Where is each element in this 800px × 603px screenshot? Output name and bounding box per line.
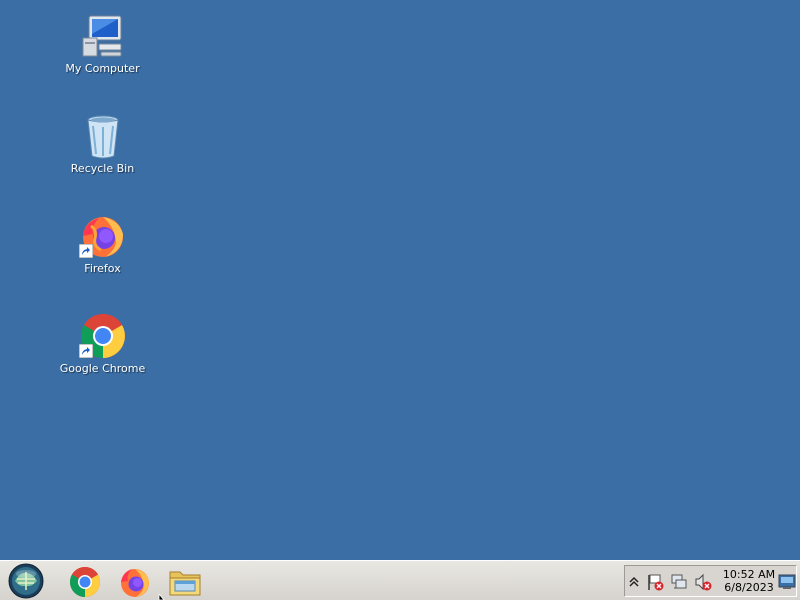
taskbar-clock[interactable]: 10:52 AM 6/8/2023 [721, 568, 777, 594]
clock-date: 6/8/2023 [724, 581, 774, 594]
show-hidden-icons-chevron-icon[interactable] [627, 572, 641, 592]
volume-muted-icon[interactable] [693, 572, 713, 592]
recycle-bin-icon [87, 115, 119, 159]
desktop-icon-label: Google Chrome [59, 362, 146, 375]
desktop[interactable]: My Computer Recycle Bin Firefox Google C… [0, 0, 800, 560]
taskbar-firefox-button[interactable] [117, 564, 153, 598]
file-explorer-icon [169, 571, 201, 596]
network-disconnected-icon[interactable] [669, 572, 689, 592]
desktop-icon-label: Recycle Bin [70, 162, 135, 175]
start-button[interactable] [6, 563, 46, 599]
shortcut-arrow-icon [79, 344, 93, 358]
taskbar: 10:52 AM 6/8/2023 [0, 560, 800, 600]
desktop-icon-recycle-bin[interactable]: Recycle Bin [55, 108, 150, 190]
show-desktop-button[interactable] [778, 570, 796, 592]
desktop-icon-my-computer[interactable]: My Computer [55, 8, 150, 90]
start-orb-icon [8, 563, 44, 599]
desktop-icon-google-chrome[interactable]: Google Chrome [55, 308, 150, 390]
firefox-icon [121, 569, 149, 597]
shortcut-arrow-icon [79, 244, 93, 258]
system-tray: 10:52 AM 6/8/2023 [624, 565, 797, 597]
desktop-icon-label: Firefox [84, 262, 121, 275]
chrome-icon [69, 566, 101, 597]
action-center-flag-icon[interactable] [645, 572, 665, 592]
computer-icon [82, 15, 122, 57]
taskbar-file-explorer-button[interactable] [167, 564, 203, 598]
clock-time: 10:52 AM [722, 568, 776, 581]
taskbar-chrome-button[interactable] [67, 564, 103, 598]
mouse-cursor-icon [158, 594, 165, 600]
desktop-icon-label: My Computer [65, 62, 140, 75]
desktop-icon-firefox[interactable]: Firefox [55, 208, 150, 290]
